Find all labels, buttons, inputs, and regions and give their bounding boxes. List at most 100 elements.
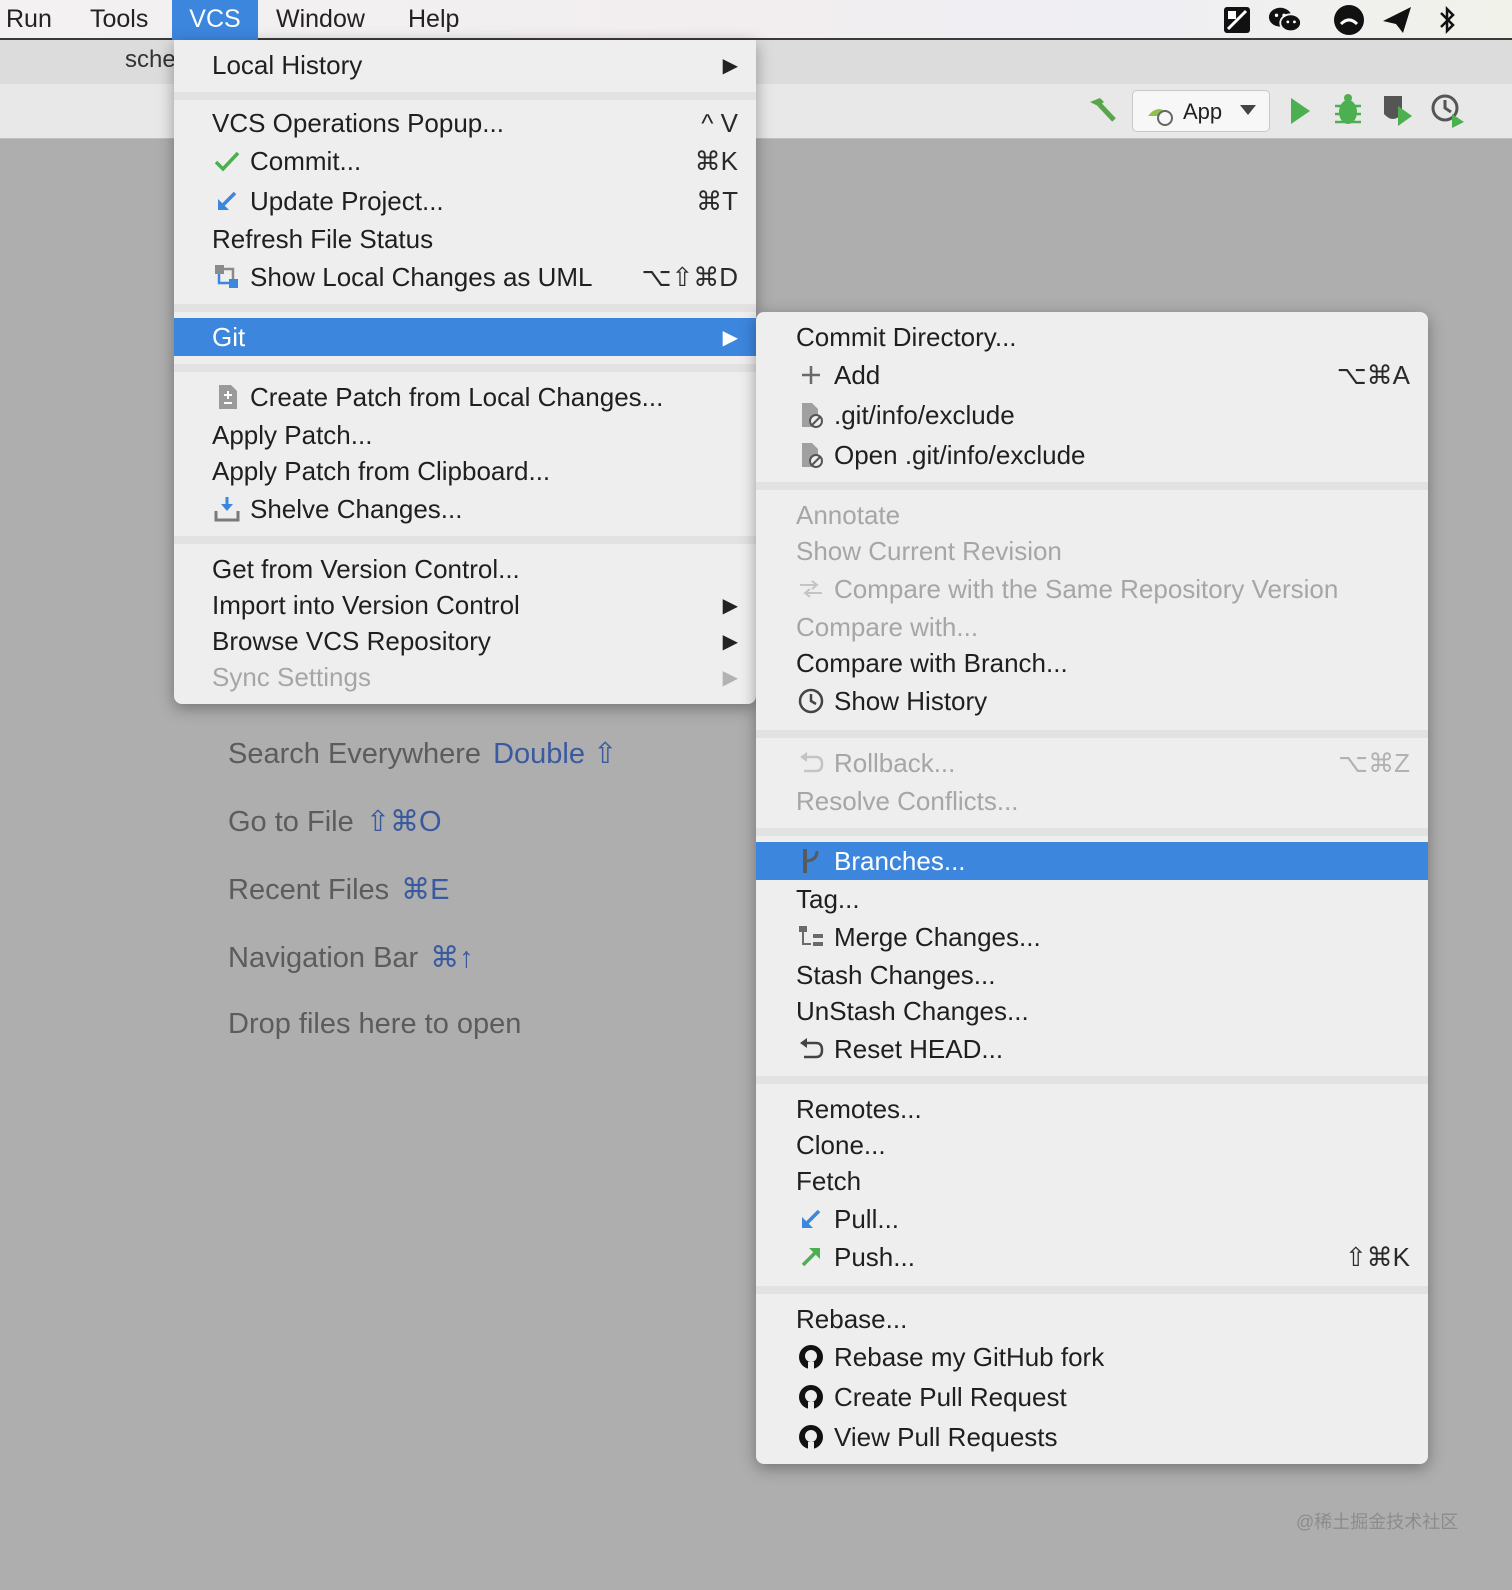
menu-item-resolve-conflicts: Resolve Conflicts... — [756, 782, 1428, 820]
paper-plane-icon[interactable] — [1380, 3, 1414, 37]
menu-item-label: Reset HEAD... — [834, 1033, 1004, 1064]
menu-item-compare-same-repo: Compare with the Same Repository Version — [756, 570, 1428, 608]
menu-item-add[interactable]: Add ⌥⌘A — [756, 356, 1428, 394]
menu-item-label: Show Local Changes as UML — [250, 261, 593, 292]
menu-help[interactable]: Help — [408, 0, 468, 40]
menu-run[interactable]: Run — [6, 0, 66, 40]
menu-item-get-from-vc[interactable]: Get from Version Control... — [174, 550, 756, 588]
menu-vcs[interactable]: VCS — [172, 0, 258, 40]
menu-separator — [756, 730, 1428, 738]
hint-label: Search Everywhere — [228, 738, 482, 770]
menu-item-commit-directory[interactable]: Commit Directory... — [756, 318, 1428, 356]
menu-item-shortcut: ⌥⇧⌘D — [641, 261, 738, 292]
menu-item-merge-changes[interactable]: Merge Changes... — [756, 918, 1428, 956]
github-icon — [796, 1378, 826, 1416]
menu-item-update-project[interactable]: Update Project... ⌘T — [174, 182, 756, 220]
menu-item-reset-head[interactable]: Reset HEAD... — [756, 1030, 1428, 1068]
menu-separator — [756, 1286, 1428, 1294]
uml-diagram-icon — [212, 258, 242, 296]
menu-separator — [756, 1076, 1428, 1084]
editor-tab[interactable]: sche — [125, 46, 176, 74]
menu-item-push[interactable]: Push... ⇧⌘K — [756, 1238, 1428, 1276]
branch-icon — [796, 842, 826, 880]
menu-item-shelve-changes[interactable]: Shelve Changes... — [174, 490, 756, 528]
menu-separator — [174, 92, 756, 100]
menu-item-label: Shelve Changes... — [250, 493, 463, 524]
menu-item-browse-vcs-repository[interactable]: Browse VCS Repository ▶ — [174, 622, 756, 660]
menu-item-shortcut: ⌘K — [694, 145, 738, 176]
ignored-file-icon — [796, 436, 826, 474]
menu-item-create-patch[interactable]: Create Patch from Local Changes... — [174, 378, 756, 416]
menu-item-pull[interactable]: Pull... — [756, 1200, 1428, 1238]
git-submenu: Commit Directory... Add ⌥⌘A .git/info/ex… — [756, 312, 1428, 1464]
menu-item-label: Import into Version Control — [212, 589, 520, 620]
menu-item-label: UnStash Changes... — [796, 995, 1029, 1026]
build-hammer-icon[interactable] — [1084, 94, 1118, 128]
menu-item-apply-patch[interactable]: Apply Patch... — [174, 416, 756, 454]
menu-item-refresh-file-status[interactable]: Refresh File Status — [174, 220, 756, 258]
watermark-text: @稀土掘金技术社区 — [1296, 1512, 1459, 1532]
menu-item-label: Merge Changes... — [834, 921, 1041, 952]
app-face-icon[interactable] — [1332, 3, 1366, 37]
chevron-down-icon — [1239, 103, 1257, 122]
menu-item-compare-with: Compare with... — [756, 608, 1428, 646]
menu-item-label: Create Patch from Local Changes... — [250, 381, 664, 412]
menu-item-unstash-changes[interactable]: UnStash Changes... — [756, 992, 1428, 1030]
menu-item-import-into-vc[interactable]: Import into Version Control ▶ — [174, 586, 756, 624]
menu-item-local-history[interactable]: Local History ▶ — [174, 46, 756, 84]
menu-item-branches[interactable]: Branches... — [756, 842, 1428, 880]
submenu-arrow-icon: ▶ — [722, 54, 738, 77]
menu-item-label: Browse VCS Repository — [212, 625, 491, 656]
screenshot-tool-icon[interactable] — [1220, 3, 1254, 37]
menu-item-open-git-info-exclude[interactable]: Open .git/info/exclude — [756, 436, 1428, 474]
update-arrow-icon — [212, 182, 242, 220]
github-icon — [796, 1418, 826, 1456]
run-configuration-select[interactable]: App — [1132, 90, 1270, 132]
menu-item-rebase-github-fork[interactable]: Rebase my GitHub fork — [756, 1338, 1428, 1376]
menu-item-label: Stash Changes... — [796, 959, 996, 990]
menu-item-remotes[interactable]: Remotes... — [756, 1090, 1428, 1128]
menu-item-shortcut: ⇧⌘K — [1344, 1241, 1410, 1272]
menu-item-vcs-operations-popup[interactable]: VCS Operations Popup... ^ V — [174, 104, 756, 142]
menu-item-tag[interactable]: Tag... — [756, 880, 1428, 918]
run-icon[interactable] — [1288, 94, 1312, 133]
menu-item-stash-changes[interactable]: Stash Changes... — [756, 956, 1428, 994]
github-icon — [796, 1338, 826, 1376]
menu-item-commit[interactable]: Commit... ⌘K — [174, 142, 756, 180]
menu-item-show-local-changes-uml[interactable]: Show Local Changes as UML ⌥⇧⌘D — [174, 258, 756, 296]
menu-item-label: Refresh File Status — [212, 223, 434, 254]
menu-item-apply-patch-clipboard[interactable]: Apply Patch from Clipboard... — [174, 452, 756, 490]
hint-shortcut: ⇧⌘O — [365, 806, 442, 838]
submenu-arrow-icon: ▶ — [722, 594, 738, 617]
menu-item-git-info-exclude[interactable]: .git/info/exclude — [756, 396, 1428, 434]
submenu-arrow-icon: ▶ — [722, 630, 738, 653]
menu-tools[interactable]: Tools — [90, 0, 160, 40]
menu-item-label: Create Pull Request — [834, 1381, 1067, 1412]
compare-arrows-icon — [796, 570, 826, 608]
menu-item-label: Apply Patch... — [212, 419, 373, 450]
menu-window[interactable]: Window — [276, 0, 376, 40]
debug-bug-icon[interactable] — [1332, 92, 1364, 133]
menu-item-label: View Pull Requests — [834, 1421, 1058, 1452]
menu-item-rebase[interactable]: Rebase... — [756, 1300, 1428, 1338]
menu-item-clone[interactable]: Clone... — [756, 1126, 1428, 1164]
menu-item-create-pull-request[interactable]: Create Pull Request — [756, 1378, 1428, 1416]
run-with-coverage-icon[interactable] — [1380, 92, 1414, 133]
wechat-icon[interactable] — [1268, 3, 1302, 37]
menu-item-view-pull-requests[interactable]: View Pull Requests — [756, 1418, 1428, 1456]
profile-icon[interactable] — [1430, 92, 1466, 133]
bluetooth-icon[interactable] — [1430, 3, 1464, 37]
menu-item-show-history[interactable]: Show History — [756, 682, 1428, 720]
menu-item-fetch[interactable]: Fetch — [756, 1162, 1428, 1200]
menu-item-label: Compare with the Same Repository Version — [834, 573, 1339, 604]
menu-item-compare-with-branch[interactable]: Compare with Branch... — [756, 644, 1428, 682]
menu-item-label: Show Current Revision — [796, 535, 1062, 566]
menu-item-label: Tag... — [796, 883, 860, 914]
hint-go-to-file: Go to File ⇧⌘O — [228, 804, 442, 839]
menu-separator — [756, 482, 1428, 490]
menu-item-git[interactable]: Git ▶ — [174, 318, 756, 356]
hint-search-everywhere: Search Everywhere Double ⇧ — [228, 736, 617, 771]
hint-navigation-bar: Navigation Bar ⌘↑ — [228, 940, 474, 975]
menu-item-label: Commit Directory... — [796, 321, 1017, 352]
menu-separator — [174, 364, 756, 372]
